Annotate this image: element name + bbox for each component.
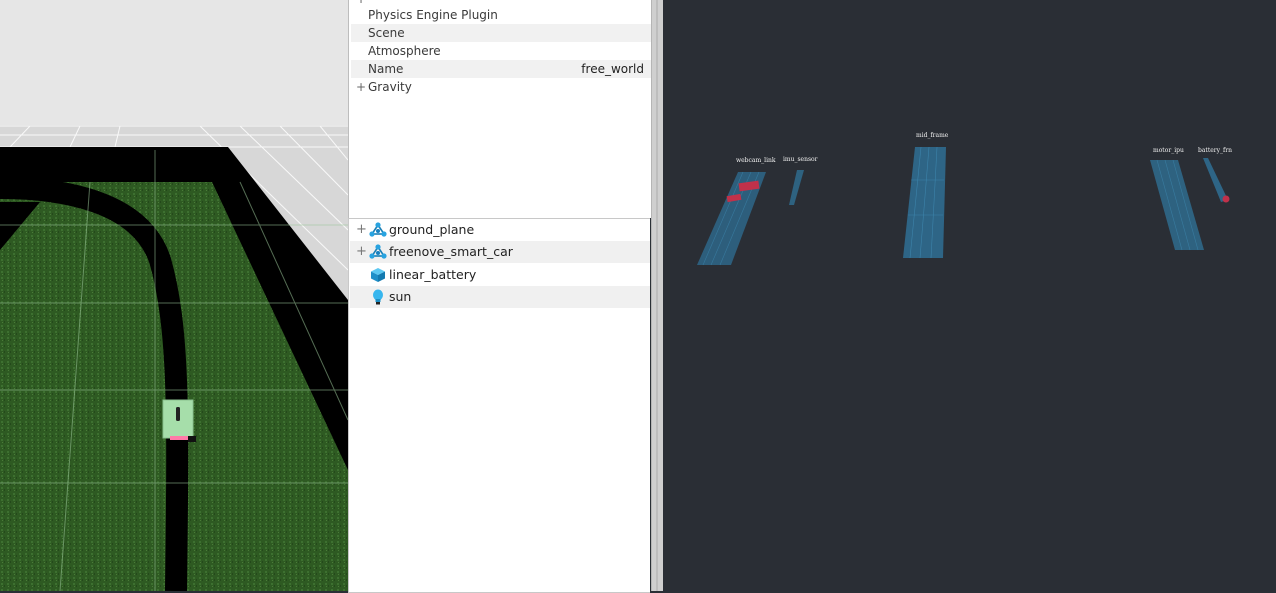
tf-frames-render: [697, 146, 1230, 266]
property-row-physics-engine[interactable]: Physics Engine Plugin: [351, 6, 652, 24]
frame-label-battery: battery_frn: [1198, 147, 1233, 154]
property-label: Name: [368, 62, 404, 76]
expand-icon[interactable]: +: [356, 219, 367, 241]
property-row-scene[interactable]: Scene: [351, 24, 652, 42]
light-bulb-icon: [373, 289, 383, 305]
tree-item-label: sun: [389, 289, 412, 304]
tree-item-label: linear_battery: [389, 267, 477, 282]
cube-icon: [371, 268, 385, 282]
expand-icon[interactable]: +: [356, 78, 366, 96]
panel-splitter[interactable]: [651, 0, 663, 591]
scene-render: [0, 0, 348, 591]
frame-label-imu: imu_sensor: [783, 156, 818, 163]
world-name-value[interactable]: free_world: [581, 60, 644, 78]
expand-icon[interactable]: +: [356, 241, 367, 263]
splitter-grip: [656, 0, 658, 591]
smart-car-model: [162, 399, 196, 442]
property-label: Scene: [368, 26, 405, 40]
scene-viewport[interactable]: [0, 0, 348, 591]
tree-item-label: freenove_smart_car: [389, 244, 513, 259]
model-icon: [369, 244, 387, 259]
frame-label-webcam: webcam_link: [736, 157, 776, 164]
world-properties-panel: + Physics Engine Plugin Scene Atmosphere…: [348, 0, 652, 218]
property-row-name[interactable]: Name free_world: [351, 60, 652, 78]
property-label: Physics Engine Plugin: [368, 8, 498, 22]
frame-label-mid: mid_frame: [916, 132, 949, 139]
tree-item-linear-battery[interactable]: linear_battery: [350, 264, 650, 286]
tree-item-sun[interactable]: sun: [350, 286, 650, 308]
rviz-3d-view[interactable]: webcam_link imu_sensor mid_frame motor_i…: [663, 0, 1276, 591]
frame-label-motor: motor_ipu: [1153, 147, 1184, 154]
property-row-gravity[interactable]: + Gravity: [351, 78, 652, 96]
property-label: Gravity: [368, 80, 412, 94]
tree-item-ground-plane[interactable]: + ground_plane: [350, 219, 650, 241]
property-label: Atmosphere: [368, 44, 441, 58]
model-icon: [369, 222, 387, 237]
tree-item-freenove-smart-car[interactable]: + freenove_smart_car: [350, 241, 650, 263]
property-row-atmosphere[interactable]: Atmosphere: [351, 42, 652, 60]
model-tree-panel: + ground_plane + freenove_smart_car line…: [348, 218, 650, 593]
tree-item-label: ground_plane: [389, 222, 475, 237]
